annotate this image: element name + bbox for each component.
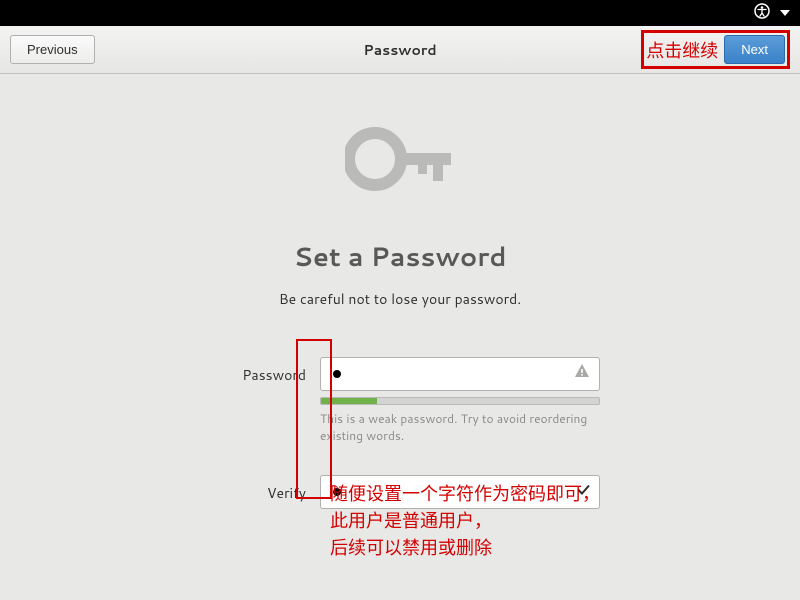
header-title: Password bbox=[363, 40, 436, 60]
key-icon bbox=[345, 114, 455, 209]
next-button[interactable]: Next bbox=[724, 35, 785, 64]
previous-button[interactable]: Previous bbox=[10, 35, 95, 64]
strength-fill bbox=[321, 398, 377, 404]
password-label: Password bbox=[200, 357, 320, 385]
annotation-instructions: 随便设置一个字符作为密码即可， 此用户是普通用户， 后续可以禁用或删除 bbox=[330, 480, 600, 561]
system-top-bar bbox=[0, 0, 800, 26]
password-hint: This is a weak password. Try to avoid re… bbox=[320, 411, 600, 445]
password-dot bbox=[333, 370, 341, 378]
dropdown-indicator-icon[interactable] bbox=[780, 10, 790, 16]
page-subheading: Be careful not to lose your password. bbox=[279, 289, 521, 309]
annotation-next-highlight: 点击继续 Next bbox=[641, 30, 790, 69]
annotation-line-3: 后续可以禁用或删除 bbox=[330, 534, 600, 561]
annotation-line-2: 此用户是普通用户， bbox=[330, 507, 600, 534]
accessibility-icon[interactable] bbox=[754, 3, 770, 24]
warning-icon bbox=[573, 362, 591, 386]
main-content: Set a Password Be careful not to lose yo… bbox=[0, 74, 800, 519]
password-input[interactable] bbox=[320, 357, 600, 391]
page-heading: Set a Password bbox=[293, 239, 506, 275]
annotation-line-1: 随便设置一个字符作为密码即可， bbox=[330, 480, 600, 507]
verify-label: Verify bbox=[200, 475, 320, 503]
password-row: Password This is a weak password. Try to… bbox=[200, 357, 600, 445]
annotation-click-continue: 点击继续 bbox=[646, 37, 718, 63]
header-bar: Previous Password 点击继续 Next bbox=[0, 26, 800, 74]
password-strength-bar bbox=[320, 397, 600, 405]
